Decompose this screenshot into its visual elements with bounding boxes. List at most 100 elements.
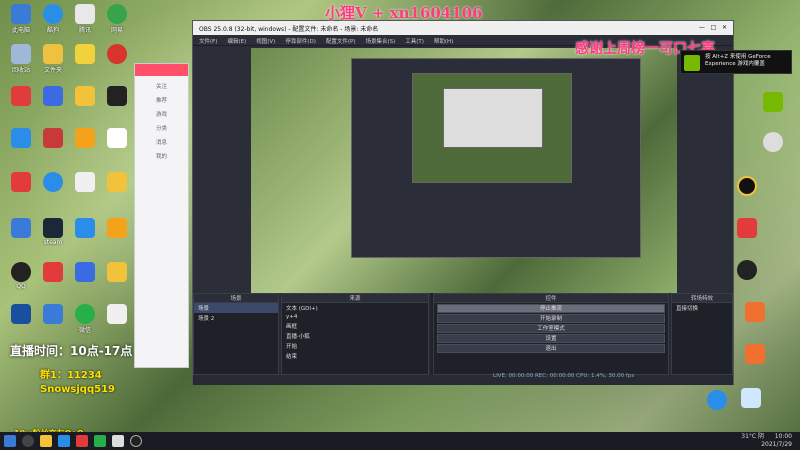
- desktop-icon[interactable]: [738, 302, 772, 323]
- chat-nav-item[interactable]: 游戏: [137, 108, 186, 122]
- transition-select[interactable]: 直接切换: [672, 303, 732, 313]
- desktop-icon[interactable]: [738, 344, 772, 365]
- source-item[interactable]: 文本 (GDI+): [282, 303, 428, 313]
- chat-nav-item[interactable]: 关注: [137, 80, 186, 94]
- desktop-icon[interactable]: [68, 44, 102, 65]
- desktop-icon[interactable]: QQ: [4, 262, 38, 290]
- desktop-icon[interactable]: [100, 86, 134, 107]
- menu-item[interactable]: 配置文件(P): [326, 37, 356, 45]
- obs-icon: [737, 260, 757, 280]
- minimize-icon[interactable]: —: [699, 24, 705, 31]
- recycle-bin-icon: [11, 44, 31, 64]
- desktop-icon[interactable]: [730, 176, 764, 197]
- clock[interactable]: 10:00 2021/7/29: [761, 433, 792, 449]
- maximize-icon[interactable]: □: [711, 24, 717, 31]
- desktop-icon[interactable]: [36, 262, 70, 283]
- menu-item[interactable]: 工具(T): [405, 37, 424, 45]
- app-icon: [107, 172, 127, 192]
- app-icon: [11, 86, 31, 106]
- app-icon[interactable]: [76, 435, 88, 447]
- obs-icon[interactable]: [130, 435, 142, 447]
- desktop-icon[interactable]: [4, 172, 38, 193]
- desktop-icon[interactable]: [36, 128, 70, 149]
- app-icon[interactable]: [112, 435, 124, 447]
- desktop-icon[interactable]: [4, 218, 38, 239]
- desktop-icon[interactable]: [36, 86, 70, 107]
- desktop-icon[interactable]: 文件夹: [36, 44, 70, 74]
- desktop-icon[interactable]: [730, 218, 764, 239]
- desktop-icon[interactable]: [36, 304, 70, 325]
- system-tray: 31°C 阴 10:00 2021/7/29: [741, 433, 792, 448]
- desktop-icon[interactable]: 腾讯: [68, 4, 102, 34]
- desktop-icon[interactable]: [100, 262, 134, 283]
- app-icon: [741, 388, 761, 408]
- desktop-icon[interactable]: [68, 218, 102, 239]
- app-icon[interactable]: [58, 435, 70, 447]
- desktop-icon[interactable]: [100, 128, 134, 149]
- search-icon[interactable]: [22, 435, 34, 447]
- menu-item[interactable]: 文件(F): [199, 37, 217, 45]
- exit-button[interactable]: 退出: [437, 344, 665, 353]
- menu-item[interactable]: 视图(V): [256, 37, 275, 45]
- desktop-icon[interactable]: [700, 390, 734, 411]
- desktop-icon[interactable]: [68, 128, 102, 149]
- scene-item[interactable]: 场景: [194, 303, 278, 313]
- app-icon[interactable]: [94, 435, 106, 447]
- desktop-icon[interactable]: 网易: [100, 4, 134, 34]
- scene-item[interactable]: 场景 2: [194, 313, 278, 323]
- close-icon[interactable]: ✕: [722, 24, 727, 31]
- desktop-icon[interactable]: 酷狗: [36, 4, 70, 34]
- desktop-icon[interactable]: 微信: [68, 304, 102, 334]
- app-icon[interactable]: [40, 435, 52, 447]
- desktop-icon[interactable]: [100, 218, 134, 239]
- app-icon: [43, 4, 63, 24]
- chat-app-nav: 关注 推荐 游戏 分类 消息 我的: [135, 76, 188, 168]
- desktop-icon[interactable]: [36, 172, 70, 193]
- menu-item[interactable]: 停靠部件(D): [285, 37, 316, 45]
- chat-nav-item[interactable]: 消息: [137, 136, 186, 150]
- desktop-icon[interactable]: [68, 262, 102, 283]
- start-recording-button[interactable]: 开始录制: [437, 314, 665, 323]
- desktop-icon[interactable]: [100, 44, 134, 65]
- stop-stream-button[interactable]: 停止推流: [437, 304, 665, 313]
- app-icon: [75, 44, 95, 64]
- app-icon: [11, 4, 31, 24]
- obs-window[interactable]: OBS 25.0.8 (32-bit, windows) - 配置文件: 未命名…: [192, 20, 734, 385]
- chat-nav-item[interactable]: 分类: [137, 122, 186, 136]
- desktop-icon[interactable]: 此电脑: [4, 4, 38, 34]
- desktop-icon[interactable]: steam: [36, 218, 70, 246]
- desktop-icon[interactable]: [68, 172, 102, 193]
- chat-nav-item[interactable]: 我的: [137, 150, 186, 164]
- source-item[interactable]: y+4: [282, 313, 428, 321]
- desktop-icon[interactable]: [4, 128, 38, 149]
- source-item[interactable]: 开始: [282, 341, 428, 351]
- desktop-icon[interactable]: [756, 92, 790, 113]
- source-item[interactable]: 结束: [282, 351, 428, 361]
- source-item[interactable]: 直播·小狐: [282, 331, 428, 341]
- app-icon: [107, 86, 127, 106]
- app-icon: [11, 172, 31, 192]
- chat-nav-item[interactable]: 推荐: [137, 94, 186, 108]
- obs-preview[interactable]: [251, 48, 677, 310]
- desktop-icon[interactable]: [100, 172, 134, 193]
- obs-status-bar: LIVE: 00:00:00 REC: 00:00:00 CPU: 1.4%, …: [493, 373, 635, 379]
- settings-button[interactable]: 设置: [437, 334, 665, 343]
- wechat-icon: [75, 304, 95, 324]
- desktop-icon[interactable]: [734, 388, 768, 409]
- desktop-icon[interactable]: 回收站: [4, 44, 38, 74]
- start-button[interactable]: [4, 435, 16, 447]
- desktop-icon[interactable]: [68, 86, 102, 107]
- app-icon: [745, 302, 765, 322]
- menu-item[interactable]: 场景集合(S): [365, 37, 395, 45]
- chat-app-window[interactable]: 关注 推荐 游戏 分类 消息 我的: [134, 63, 189, 368]
- desktop-icon[interactable]: [100, 304, 134, 325]
- obs-title-bar[interactable]: OBS 25.0.8 (32-bit, windows) - 配置文件: 未命名…: [193, 21, 733, 35]
- desktop-icon[interactable]: [4, 304, 38, 325]
- menu-item[interactable]: 帮助(H): [434, 37, 453, 45]
- desktop-icon[interactable]: [756, 132, 790, 153]
- source-item[interactable]: 画框: [282, 321, 428, 331]
- studio-mode-button[interactable]: 工作室模式: [437, 324, 665, 333]
- desktop-icon[interactable]: [4, 86, 38, 107]
- desktop-icon[interactable]: [730, 260, 764, 281]
- menu-item[interactable]: 编辑(E): [227, 37, 246, 45]
